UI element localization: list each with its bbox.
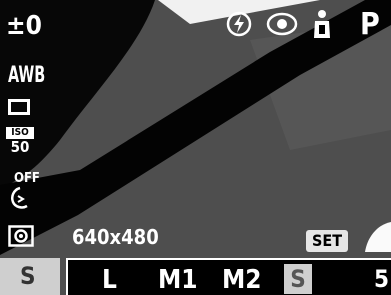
red-eye-icon bbox=[266, 12, 298, 36]
single-shot-icon bbox=[8, 99, 30, 115]
size-option-s-selected[interactable]: S bbox=[284, 264, 312, 294]
self-timer-icon bbox=[11, 186, 28, 209]
set-icon: SET bbox=[306, 230, 348, 252]
image-size-selector[interactable]: L M1 M2 S 5 bbox=[66, 258, 391, 295]
flash-off-icon bbox=[226, 11, 252, 37]
self-timer-setting: OFF bbox=[10, 172, 40, 216]
shooting-mode: P bbox=[360, 7, 380, 42]
iso-value: 50 bbox=[10, 138, 30, 156]
shots-remaining: 5 bbox=[374, 265, 390, 293]
metering-icon bbox=[8, 225, 34, 247]
size-option-m1[interactable]: M1 bbox=[158, 267, 198, 293]
exposure-compensation: ±0 bbox=[6, 11, 42, 41]
white-balance: AWB bbox=[8, 61, 46, 88]
size-option-l[interactable]: L bbox=[102, 267, 117, 293]
resolution-label: 640x480 bbox=[72, 225, 159, 249]
size-option-m2[interactable]: M2 bbox=[222, 267, 262, 293]
iso-setting: ISO 50 bbox=[6, 127, 34, 155]
person-mode-icon bbox=[314, 10, 330, 38]
corner-size-letter: S bbox=[20, 262, 36, 290]
corner-size-badge: S bbox=[0, 258, 60, 295]
self-timer-value: OFF bbox=[14, 171, 40, 186]
camera-lcd-screen: ±0 P AWB ISO 50 OFF 640x480 SET S L M1 M… bbox=[0, 0, 391, 295]
